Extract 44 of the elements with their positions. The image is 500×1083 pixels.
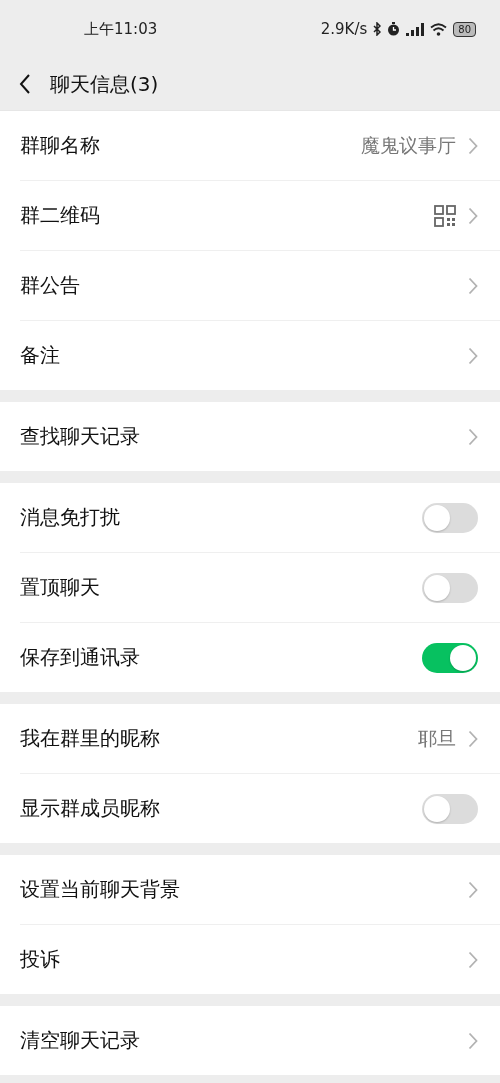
chevron-icon	[468, 880, 478, 899]
toggle-switch[interactable]	[422, 642, 478, 673]
status-time: 上午11:03	[84, 19, 158, 39]
settings-row[interactable]: 查找聊天记录	[0, 402, 500, 471]
row-label: 保存到通讯录	[20, 644, 140, 671]
settings-row[interactable]: 清空聊天记录	[0, 1006, 500, 1075]
signal-icon	[406, 22, 425, 36]
chevron-icon	[468, 1031, 478, 1050]
row-label: 置顶聊天	[20, 574, 100, 601]
row-label: 群公告	[20, 272, 80, 299]
chevron-icon	[468, 427, 478, 446]
page-title: 聊天信息(3)	[50, 70, 159, 98]
chevron-icon	[468, 206, 478, 225]
row-label: 我在群里的昵称	[20, 725, 160, 752]
bluetooth-icon	[373, 22, 382, 36]
row-label: 投诉	[20, 946, 60, 973]
chevron-icon	[468, 346, 478, 365]
toggle-switch[interactable]	[422, 502, 478, 533]
back-button[interactable]	[18, 73, 32, 95]
row-label: 群聊名称	[20, 132, 100, 159]
row-label: 清空聊天记录	[20, 1027, 140, 1054]
settings-row[interactable]: 备注	[0, 321, 500, 390]
row-label: 查找聊天记录	[20, 423, 140, 450]
toggle-switch[interactable]	[422, 572, 478, 603]
row-value: 耶旦	[418, 725, 456, 751]
toggle-switch[interactable]	[422, 793, 478, 824]
wifi-icon	[430, 22, 448, 36]
chevron-icon	[468, 729, 478, 748]
settings-row[interactable]: 显示群成员昵称	[0, 774, 500, 843]
alarm-icon	[387, 22, 401, 36]
row-value: 魔鬼议事厅	[361, 132, 456, 158]
row-label: 显示群成员昵称	[20, 795, 160, 822]
chevron-icon	[468, 276, 478, 295]
row-label: 群二维码	[20, 202, 100, 229]
battery-icon: 80	[453, 21, 476, 37]
chevron-icon	[468, 950, 478, 969]
chevron-icon	[468, 136, 478, 155]
row-label: 备注	[20, 342, 60, 369]
row-label: 设置当前聊天背景	[20, 876, 180, 903]
settings-row[interactable]: 投诉	[0, 925, 500, 994]
network-speed: 2.9K/s	[320, 20, 368, 38]
row-label: 消息免打扰	[20, 504, 120, 531]
qr-code-icon	[434, 204, 456, 227]
settings-row[interactable]: 保存到通讯录	[0, 623, 500, 692]
